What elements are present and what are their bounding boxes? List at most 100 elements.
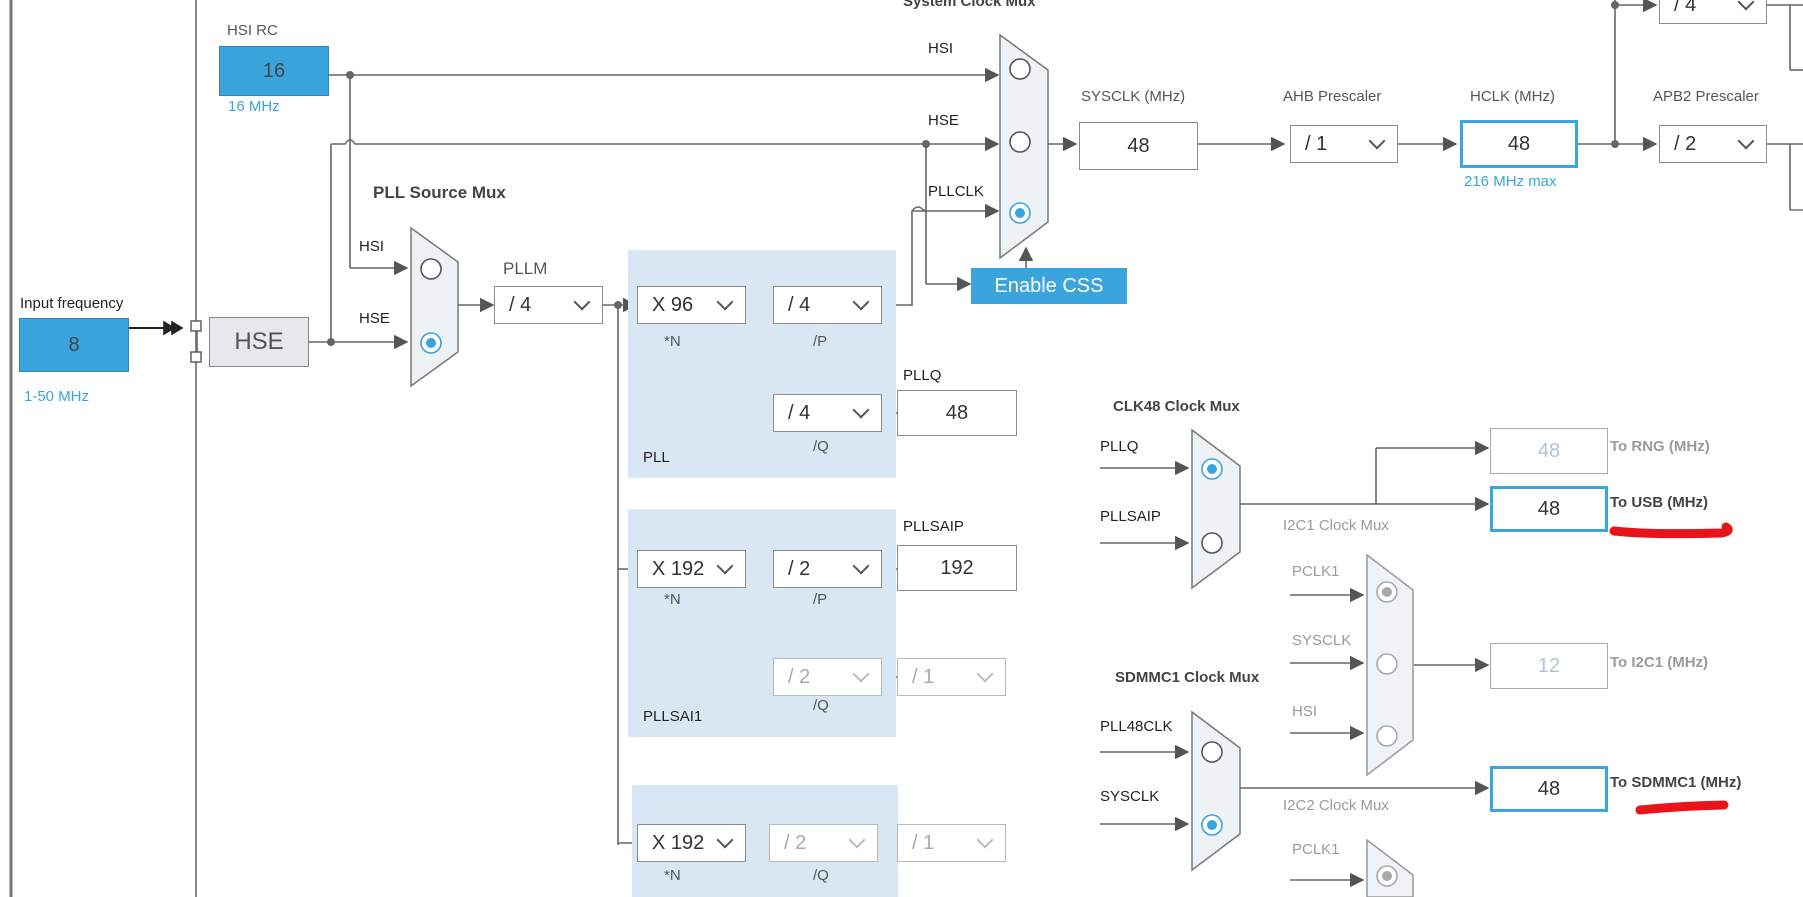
plli2s-q-select[interactable]: / 2 xyxy=(769,824,878,862)
pllm-select[interactable]: / 4 xyxy=(494,286,603,324)
pllq-label: PLLQ xyxy=(903,367,942,384)
clk48-mux-shape xyxy=(1191,428,1241,590)
pll-p-label: /P xyxy=(813,333,828,350)
chevron-down-icon xyxy=(716,557,734,575)
input-frequency-label: Input frequency xyxy=(20,295,124,312)
pll-q-select[interactable]: / 4 xyxy=(773,394,882,432)
i2c1-label: To I2C1 (MHz) xyxy=(1610,654,1709,671)
system-clock-mux-shape xyxy=(999,33,1049,260)
chevron-down-icon xyxy=(1737,132,1755,150)
pll-name: PLL xyxy=(643,449,670,466)
hclk-label: HCLK (MHz) xyxy=(1470,88,1555,105)
sdmmc1-field[interactable]: 48 xyxy=(1490,766,1608,812)
pllsai1-block xyxy=(628,509,896,737)
i2c2-mux-shape xyxy=(1366,838,1414,897)
rng-value: 48 xyxy=(1490,428,1608,474)
i2c1-hsi-radio[interactable] xyxy=(1376,725,1398,747)
pllsaip-value: 192 xyxy=(897,545,1017,591)
system-clock-mux-title: System Clock Mux xyxy=(903,0,1036,10)
clk48-mux-title: CLK48 Clock Mux xyxy=(1113,398,1240,415)
apb2-prescaler-label: APB2 Prescaler xyxy=(1653,88,1759,105)
i2c1-sysclk-label: SYSCLK xyxy=(1292,632,1352,649)
i2c1-mux-title: I2C1 Clock Mux xyxy=(1283,517,1389,534)
pllsai1-div-select[interactable]: / 1 xyxy=(897,658,1006,696)
chevron-down-icon xyxy=(852,401,870,419)
hsi-rc-field: 16 xyxy=(219,46,329,96)
pllsai1-q-select[interactable]: / 2 xyxy=(773,658,882,696)
hclk-field[interactable]: 48 xyxy=(1460,120,1578,168)
pll-q-label: /Q xyxy=(813,438,829,455)
pllsai1-n-select[interactable]: X 192 xyxy=(637,550,746,588)
pllsai1-q-label: /Q xyxy=(813,697,829,714)
plli2s-n-label: *N xyxy=(664,867,681,884)
sdmmc1-label: To SDMMC1 (MHz) xyxy=(1610,774,1742,791)
chevron-down-icon xyxy=(976,831,994,849)
clk48-pllsaip-label: PLLSAIP xyxy=(1100,508,1161,525)
pllsaip-label: PLLSAIP xyxy=(903,518,964,535)
usb-annotation-underline xyxy=(1609,522,1733,539)
chevron-down-icon xyxy=(848,831,866,849)
clk48-pllq-label: PLLQ xyxy=(1100,438,1139,455)
pll-p-select[interactable]: / 4 xyxy=(773,286,882,324)
i2c1-pclk1-label: PCLK1 xyxy=(1292,563,1340,580)
sysmux-hse-radio[interactable] xyxy=(1009,131,1031,153)
chevron-down-icon xyxy=(852,293,870,311)
apb2-prescaler-select[interactable]: / 2 xyxy=(1659,125,1767,163)
pll-source-mux-title: PLL Source Mux xyxy=(373,183,506,202)
sdmmc1-pll48clk-radio[interactable] xyxy=(1201,741,1223,763)
sdmmc1-pll48clk-label: PLL48CLK xyxy=(1100,718,1173,735)
pllm-label: PLLM xyxy=(503,259,548,278)
pllsai1-n-label: *N xyxy=(664,591,681,608)
sysmux-pllclk-label: PLLCLK xyxy=(928,183,984,200)
chevron-down-icon xyxy=(1737,0,1755,11)
sdmmc1-annotation-underline xyxy=(1635,800,1729,815)
chevron-down-icon xyxy=(852,557,870,575)
input-frequency-field[interactable]: 8 xyxy=(19,318,129,372)
sysmux-hsi-radio[interactable] xyxy=(1009,58,1031,80)
ahb-prescaler-select[interactable]: / 1 xyxy=(1290,125,1398,163)
chevron-down-icon xyxy=(1368,132,1386,150)
chevron-down-icon xyxy=(573,293,591,311)
chevron-down-icon xyxy=(976,665,994,683)
chevron-down-icon xyxy=(852,665,870,683)
i2c2-mux-title: I2C2 Clock Mux xyxy=(1283,797,1389,814)
sdmmc1-mux-shape xyxy=(1191,710,1241,872)
pll-source-hsi-radio[interactable] xyxy=(420,258,442,280)
sdmmc1-mux-title: SDMMC1 Clock Mux xyxy=(1115,669,1260,686)
enable-css-button[interactable]: Enable CSS xyxy=(971,268,1127,304)
plli2s-n-select[interactable]: X 192 xyxy=(637,824,746,862)
sysclk-label: SYSCLK (MHz) xyxy=(1081,88,1186,105)
hse-block: HSE xyxy=(209,317,309,367)
pll-source-hsi-label: HSI xyxy=(359,238,385,255)
pllq-value: 48 xyxy=(897,390,1017,436)
hclk-max: 216 MHz max xyxy=(1464,173,1557,190)
hsi-rc-label: HSI RC xyxy=(227,22,278,39)
sdmmc1-sysclk-label: SYSCLK xyxy=(1100,788,1160,805)
sysmux-hsi-label: HSI xyxy=(928,40,954,57)
usb-label: To USB (MHz) xyxy=(1610,494,1709,511)
pll-n-label: *N xyxy=(664,333,681,350)
i2c1-value: 12 xyxy=(1490,643,1608,689)
chevron-down-icon xyxy=(716,293,734,311)
usb-field[interactable]: 48 xyxy=(1490,486,1608,532)
pllsai1-p-select[interactable]: / 2 xyxy=(773,550,882,588)
pll-block xyxy=(628,250,896,478)
pllsai1-p-label: /P xyxy=(813,591,828,608)
pllsai1-name: PLLSAI1 xyxy=(643,708,703,725)
chevron-down-icon xyxy=(716,831,734,849)
i2c2-pclk1-label: PCLK1 xyxy=(1292,841,1340,858)
hsi-rc-frequency: 16 MHz xyxy=(228,98,280,115)
sysclk-value: 48 xyxy=(1079,122,1198,170)
pll-n-select[interactable]: X 96 xyxy=(637,286,746,324)
plli2s-q-label: /Q xyxy=(813,867,829,884)
clk48-pllsaip-radio[interactable] xyxy=(1201,532,1223,554)
ahb-prescaler-label: AHB Prescaler xyxy=(1283,88,1382,105)
pll-source-mux-shape xyxy=(410,226,459,388)
plli2s-div-select[interactable]: / 1 xyxy=(897,824,1006,862)
rng-label: To RNG (MHz) xyxy=(1610,438,1710,455)
apb1-prescaler-select[interactable]: / 4 xyxy=(1659,0,1767,24)
i2c1-sysclk-radio[interactable] xyxy=(1376,653,1398,675)
i2c1-mux-shape xyxy=(1366,553,1414,777)
sysmux-hse-label: HSE xyxy=(928,112,959,129)
pll-source-hse-label: HSE xyxy=(359,310,390,327)
